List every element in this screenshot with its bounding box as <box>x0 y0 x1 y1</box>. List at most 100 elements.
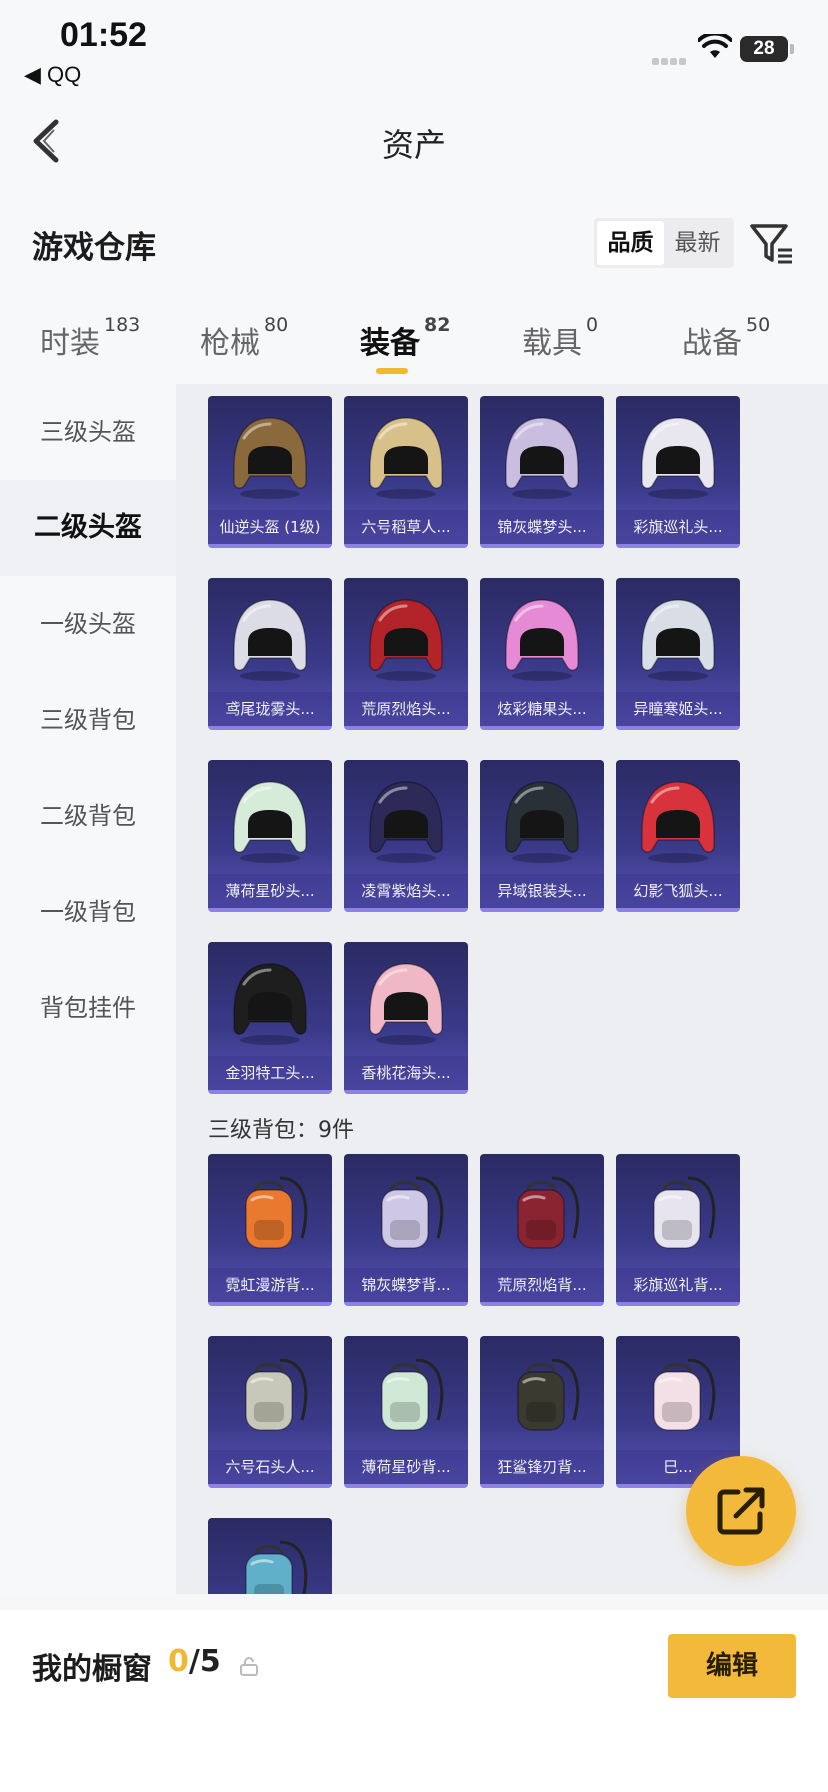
backpack-name: 彩旗巡礼背... <box>616 1268 740 1302</box>
backpack-image <box>226 1350 314 1442</box>
tab-label: 时装 <box>40 326 100 361</box>
helmet-card[interactable]: 薄荷星砂头... <box>208 760 332 912</box>
backpack-image <box>634 1350 722 1442</box>
helmet-image <box>634 592 722 684</box>
sort-toggle: 品质 最新 <box>594 218 734 268</box>
sidebar-item-level3-backpack[interactable]: 三级背包 <box>0 672 176 768</box>
battery-cap <box>790 44 794 54</box>
helmet-card[interactable]: 凌霄紫焰头... <box>344 760 468 912</box>
sort-quality-button[interactable]: 品质 <box>597 221 664 265</box>
share-button[interactable] <box>686 1456 796 1566</box>
status-bar: 01:52 ◀ QQ 28 <box>0 0 828 96</box>
backpack-name: 狂鲨锋刃背... <box>480 1450 604 1484</box>
helmet-card[interactable]: 荒原烈焰头... <box>344 578 468 730</box>
backpack-card[interactable]: 锦灰蝶梦背... <box>344 1154 468 1306</box>
helmet-image <box>498 410 586 502</box>
nav-bar: 资产 <box>0 96 828 186</box>
battery-icon: 28 <box>740 36 788 62</box>
helmet-image <box>634 774 722 866</box>
helmet-image <box>362 774 450 866</box>
lock-icon <box>240 1657 258 1676</box>
helmet-name: 鸢尾珑雾头... <box>208 692 332 726</box>
warehouse-header: 游戏仓库 品质 最新 <box>0 186 828 296</box>
helmet-image <box>226 774 314 866</box>
tab-label: 战备 <box>682 326 742 361</box>
section-title: 游戏仓库 <box>32 230 156 266</box>
helmet-name: 锦灰蝶梦头... <box>480 510 604 544</box>
tab-weapons[interactable]: 枪械80 <box>200 314 288 362</box>
backpack-card[interactable]: 彩旗巡礼背... <box>616 1154 740 1306</box>
helmet-image <box>498 592 586 684</box>
backpack-name: 霓虹漫游背... <box>208 1268 332 1302</box>
helmet-card[interactable]: 六号稻草人... <box>344 396 468 548</box>
backpack-image <box>498 1350 586 1442</box>
helmet-image <box>362 956 450 1048</box>
back-to-app-link[interactable]: ◀ QQ <box>24 62 81 88</box>
backpack-image <box>362 1168 450 1260</box>
helmet-card[interactable]: 幻影飞狐头... <box>616 760 740 912</box>
helmet-name: 异瞳寒姬头... <box>616 692 740 726</box>
backpack-image <box>226 1532 314 1594</box>
helmet-name: 香桃花海头... <box>344 1056 468 1090</box>
helmet-image <box>226 592 314 684</box>
helmet-card[interactable]: 仙逆头盔 (1级) <box>208 396 332 548</box>
helmet-name: 彩旗巡礼头... <box>616 510 740 544</box>
tab-equipment[interactable]: 装备82 <box>360 314 450 362</box>
sidebar-item-level3-helmet[interactable]: 三级头盔 <box>0 384 176 480</box>
page-title: 资产 <box>381 126 446 164</box>
helmet-name: 异域银装头... <box>480 874 604 908</box>
sidebar-item-level2-helmet[interactable]: 二级头盔 <box>0 480 176 576</box>
helmet-image <box>362 592 450 684</box>
helmet-image <box>634 410 722 502</box>
helmet-card[interactable]: 异瞳寒姬头... <box>616 578 740 730</box>
sidebar-item-level1-helmet[interactable]: 一级头盔 <box>0 576 176 672</box>
helmet-card[interactable]: 金羽特工头... <box>208 942 332 1094</box>
helmet-image <box>362 410 450 502</box>
sidebar-item-level1-backpack[interactable]: 一级背包 <box>0 864 176 960</box>
backpack-name: 薄荷星砂背... <box>344 1450 468 1484</box>
tab-vehicles[interactable]: 载具0 <box>522 314 598 362</box>
sort-latest-button[interactable]: 最新 <box>664 221 731 265</box>
backpack-name: 荒原烈焰背... <box>480 1268 604 1302</box>
backpack-group-title: 三级背包：9件 <box>208 1118 354 1143</box>
edit-button[interactable]: 编辑 <box>668 1634 796 1698</box>
showcase-used: 0 <box>168 1644 189 1679</box>
backpack-card[interactable] <box>208 1518 332 1594</box>
backpack-image <box>362 1350 450 1442</box>
helmet-name: 金羽特工头... <box>208 1056 332 1090</box>
tab-count: 82 <box>424 314 451 336</box>
backpack-card[interactable]: 狂鲨锋刃背... <box>480 1336 604 1488</box>
helmet-name: 荒原烈焰头... <box>344 692 468 726</box>
helmet-card[interactable]: 鸢尾珑雾头... <box>208 578 332 730</box>
backpack-card[interactable]: 薄荷星砂背... <box>344 1336 468 1488</box>
backpack-name: 锦灰蝶梦背... <box>344 1268 468 1302</box>
helmet-name: 幻影飞狐头... <box>616 874 740 908</box>
tab-count: 0 <box>586 314 599 336</box>
helmet-image <box>226 410 314 502</box>
item-grid: 仙逆头盔 (1级) 六号稻草人... 锦灰蝶梦头... 彩旗巡礼头... 鸢尾珑雾头..… <box>176 384 828 1594</box>
share-icon <box>717 1487 765 1535</box>
sidebar-item-backpack-charm[interactable]: 背包挂件 <box>0 960 176 1056</box>
sidebar-item-level2-backpack[interactable]: 二级背包 <box>0 768 176 864</box>
helmet-card[interactable]: 炫彩糖果头... <box>480 578 604 730</box>
tab-fashion[interactable]: 时装183 <box>40 314 140 362</box>
filter-icon[interactable] <box>748 220 796 268</box>
backpack-image <box>226 1168 314 1260</box>
helmet-card[interactable]: 锦灰蝶梦头... <box>480 396 604 548</box>
helmet-card[interactable]: 香桃花海头... <box>344 942 468 1094</box>
backpack-card[interactable]: 六号石头人... <box>208 1336 332 1488</box>
wifi-icon <box>698 34 732 58</box>
helmet-name: 薄荷星砂头... <box>208 874 332 908</box>
backpack-card[interactable]: 霓虹漫游背... <box>208 1154 332 1306</box>
helmet-image <box>498 774 586 866</box>
showcase-label: 我的橱窗 <box>32 1652 152 1687</box>
backpack-name: 六号石头人... <box>208 1450 332 1484</box>
showcase-count: 0/5 <box>168 1644 221 1679</box>
helmet-card[interactable]: 彩旗巡礼头... <box>616 396 740 548</box>
active-tab-indicator <box>376 368 408 374</box>
helmet-card[interactable]: 异域银装头... <box>480 760 604 912</box>
tab-supplies[interactable]: 战备50 <box>682 314 770 362</box>
backpack-card[interactable]: 荒原烈焰背... <box>480 1154 604 1306</box>
helmet-name: 仙逆头盔 (1级) <box>208 510 332 544</box>
helmet-name: 炫彩糖果头... <box>480 692 604 726</box>
